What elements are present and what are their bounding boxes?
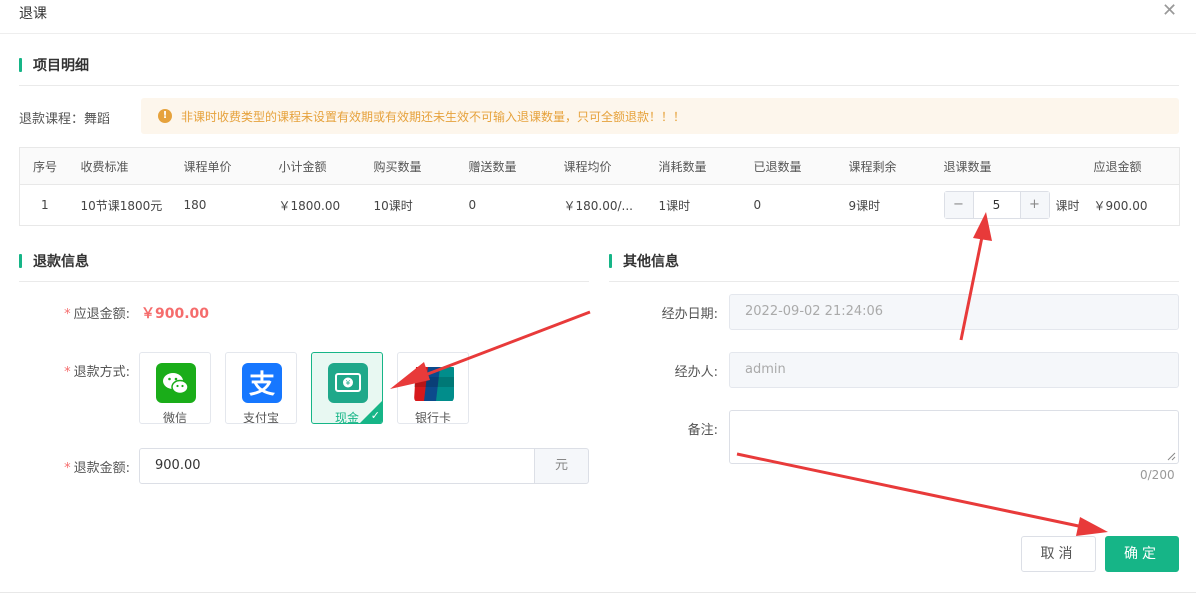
method-label-text: 退款方式: [73,365,130,380]
pay-method-label: 微信 [162,411,187,424]
pay-method-cash[interactable]: ¥ 现金 ✓ [311,352,383,424]
currency-suffix: 元 [534,448,589,484]
refund-course-label: 退款课程：舞蹈 [19,112,111,127]
pay-method-bankcard[interactable]: 银行卡 [397,352,469,424]
col-header: 课程单价 [183,147,279,185]
cell-refund-qty: − 5 + 课时 [943,185,1094,226]
method-label: * 退款方式: [40,361,130,380]
cell-standard: 10节课1800元 [80,198,163,213]
alipay-icon: 支 [242,363,282,403]
refund-amount-label-text: 退款金额: [73,461,130,476]
amount-label: * 应退金额: [40,303,130,322]
arrow-to-confirm [736,452,1089,530]
close-icon[interactable]: ✕ [1162,2,1177,20]
svg-text:¥: ¥ [346,379,351,387]
col-header: 收费标准 [80,147,184,185]
dialog-title: 退课 [19,6,47,22]
section-refund-title: 退款信息 [19,251,89,271]
pay-method-label: 银行卡 [414,411,451,424]
dialog-header: 退课 ✕ [0,0,1196,34]
pay-method-label: 支付宝 [242,411,279,424]
cell-remaining: 9课时 [848,198,881,213]
col-header: 小计金额 [278,147,374,185]
cell-gift: 0 [468,198,477,212]
pay-method-alipay[interactable]: 支 支付宝 [225,352,297,424]
check-icon: ✓ [370,409,380,422]
refund-qty-unit: 课时 [1055,198,1080,213]
col-header: 购买数量 [373,147,469,185]
section-items-label: 项目明细 [33,58,89,74]
cell-consumed: 1课时 [658,198,691,213]
cancel-button[interactable]: 取消 [1021,536,1096,572]
date-input: 2022-09-02 21:24:06 [729,294,1179,330]
required-mark: * [64,365,71,380]
required-mark: * [64,461,71,476]
svg-text:支: 支 [249,370,275,400]
section-items-title: 项目明细 [19,55,89,75]
handler-input: admin [729,352,1179,388]
confirm-button[interactable]: 确定 [1105,536,1179,572]
warning-text: 非课时收费类型的课程未设置有效期或有效期还未生效不可输入退课数量，只可全额退款！… [181,110,686,124]
note-textarea[interactable] [729,410,1179,464]
section-refund-label: 退款信息 [33,254,89,270]
section-other-label: 其他信息 [623,254,679,270]
unionpay-icon [414,363,454,403]
refund-qty-input[interactable]: 5 [974,198,1020,212]
section-other-title: 其他信息 [609,251,679,271]
cell-refunded: 0 [753,198,762,212]
note-label: 备注: [687,423,718,438]
cell-bought: 10课时 [373,198,413,213]
refund-amount-input[interactable]: 900.00 [139,448,535,484]
handler-label: 经办人: [674,365,718,380]
cell-index: 1 [41,198,49,212]
table-header-row: 序号 收费标准 课程单价 小计金额 购买数量 赠送数量 课程均价 消耗数量 已退… [19,147,1180,185]
increment-button[interactable]: + [1019,192,1049,218]
col-header: 课程剩余 [848,147,944,185]
section-divider [19,85,1179,86]
section-marker [19,58,22,72]
col-header: 退课数量 [943,147,1094,185]
handler-value: admin [745,362,786,377]
amount-label-text: 应退金额: [73,307,130,322]
cell-unit-price: 180 [183,198,207,212]
refund-qty-stepper[interactable]: − 5 + [943,191,1050,219]
wechat-icon [156,363,196,403]
date-label: 经办日期: [661,307,718,322]
pay-method-wechat[interactable]: 微信 [139,352,211,424]
warning-alert: ! 非课时收费类型的课程未设置有效期或有效期还未生效不可输入退课数量，只可全额退… [141,98,1179,134]
cell-subtotal: ￥1800.00 [278,198,341,213]
refund-amount-value: 900.00 [155,458,201,473]
col-header: 序号 [19,147,81,185]
table-row: 1 10节课1800元 180 ￥1800.00 10课时 0 ￥180.00/… [20,185,1180,226]
arrowhead [1076,517,1108,536]
amount-value: ￥900.00 [141,306,210,322]
col-header: 赠送数量 [468,147,564,185]
cell-refund-amount: ￥900.00 [1093,198,1148,213]
resize-handle-icon[interactable] [1166,451,1176,461]
note-counter: 0/200 [1140,468,1175,482]
date-value: 2022-09-02 21:24:06 [745,304,884,319]
col-header: 课程均价 [563,147,659,185]
col-header: 已退数量 [753,147,849,185]
cell-avg-price: ￥180.00/... [563,198,633,213]
section-divider [609,281,1179,282]
section-marker [609,254,612,268]
items-table: 序号 收费标准 课程单价 小计金额 购买数量 赠送数量 课程均价 消耗数量 已退… [19,147,1180,226]
section-divider [19,281,589,282]
decrement-button[interactable]: − [944,192,974,218]
col-header: 消耗数量 [658,147,754,185]
cash-icon: ¥ [328,363,368,403]
refund-dialog: 退课 ✕ 项目明细 退款课程：舞蹈 ! 非课时收费类型的课程未设置有效期或有效期… [0,0,1196,593]
warning-icon: ! [158,109,172,123]
required-mark: * [64,307,71,322]
col-header: 应退金额 [1093,147,1180,185]
refund-amount-label: * 退款金额: [40,457,130,476]
section-marker [19,254,22,268]
